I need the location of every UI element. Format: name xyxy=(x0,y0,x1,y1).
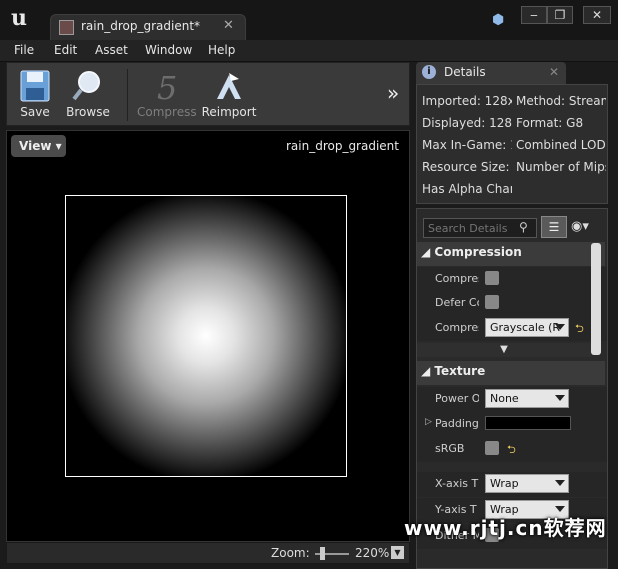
property-label: Compres xyxy=(435,321,479,334)
texture-info-box: Imported: 128x1 Method: Stream Displayed… xyxy=(416,84,608,204)
compression-settings-select[interactable]: Grayscale (R xyxy=(485,318,569,337)
menu-file[interactable]: File xyxy=(14,43,34,57)
category-compression[interactable]: ◢ Compression xyxy=(417,242,605,266)
dropdown-arrow-icon xyxy=(555,324,565,330)
document-tab-label: rain_drop_gradient* xyxy=(81,19,201,33)
category-texture[interactable]: ◢ Texture xyxy=(417,361,605,385)
property-row: X-axis T Wrap xyxy=(417,472,607,497)
toolbar: Save Browse 5 Compress Reimport » xyxy=(6,62,410,126)
zoom-bar: Zoom: 220% ▼ xyxy=(6,542,410,564)
reimport-button[interactable]: Reimport xyxy=(201,67,257,123)
unreal-logo-icon: u xyxy=(11,5,27,31)
dropdown-arrow-icon xyxy=(555,395,565,401)
property-label: Power O xyxy=(435,392,479,405)
dropdown-arrow-icon xyxy=(555,480,565,486)
property-row: Compres Grayscale (R ⮌ xyxy=(417,316,607,341)
minimize-button[interactable]: ‒ xyxy=(521,6,547,24)
property-label: sRGB xyxy=(435,442,465,455)
property-matrix-button[interactable]: ☰ xyxy=(541,216,567,238)
title-bar: u rain_drop_gradient* ✕ ⬢ ‒ ❐ ✕ xyxy=(0,0,618,40)
info-has-alpha: Has Alpha Char xyxy=(422,182,512,196)
collapse-arrow-icon: ◢ xyxy=(421,364,431,378)
view-menu-button[interactable]: View ▾ xyxy=(11,135,66,157)
info-max-ingame: Max In-Game: 1 xyxy=(422,138,512,152)
property-row: Compres xyxy=(417,267,607,292)
padding-color-swatch[interactable] xyxy=(485,416,571,430)
browse-label: Browse xyxy=(66,105,110,119)
srgb-checkbox[interactable] xyxy=(485,441,499,455)
property-checkbox[interactable] xyxy=(485,295,499,309)
details-scrollbar[interactable] xyxy=(591,243,601,355)
reset-to-default-icon[interactable]: ⮌ xyxy=(507,441,516,460)
menu-asset[interactable]: Asset xyxy=(95,43,128,57)
zoom-dropdown-icon[interactable]: ▼ xyxy=(391,546,404,559)
info-number-of-mips: Number of Mips xyxy=(516,160,606,174)
property-label: X-axis T xyxy=(435,477,479,490)
texture-preview xyxy=(65,195,347,477)
maximize-button[interactable]: ❐ xyxy=(547,6,573,24)
info-displayed: Displayed: 128x xyxy=(422,116,512,130)
save-button[interactable]: Save xyxy=(7,67,63,123)
property-row: Defer Co xyxy=(417,291,607,316)
details-tab-label: Details xyxy=(444,65,486,79)
property-label: Padding xyxy=(435,417,479,430)
info-combined-lod: Combined LOD I xyxy=(516,138,606,152)
property-row: ▷ Padding xyxy=(417,412,607,437)
info-resource-size: Resource Size: 2 xyxy=(422,160,512,174)
save-label: Save xyxy=(20,105,50,119)
property-checkbox[interactable] xyxy=(485,271,499,285)
details-close-icon[interactable]: ✕ xyxy=(549,65,559,79)
search-icon: ⚲ xyxy=(519,220,528,234)
blueprint-cube-icon[interactable]: ⬢ xyxy=(492,12,508,28)
menu-edit[interactable]: Edit xyxy=(54,43,77,57)
reimport-icon xyxy=(217,73,241,99)
compress-icon: 5 xyxy=(157,69,177,103)
zoom-slider-thumb[interactable] xyxy=(320,547,325,560)
property-row: sRGB ⮌ xyxy=(417,437,607,462)
reset-to-default-icon[interactable]: ⮌ xyxy=(575,320,584,339)
power-of-two-select[interactable]: None xyxy=(485,389,569,408)
watermark-text: www.rjtj.cn软荐网 xyxy=(404,516,607,540)
x-axis-tiling-select[interactable]: Wrap xyxy=(485,474,569,493)
menu-bar: File Edit Asset Window Help xyxy=(0,40,618,62)
toolbar-overflow-icon[interactable]: » xyxy=(387,81,399,105)
select-value: Grayscale (R xyxy=(490,321,561,334)
viewport-asset-name: rain_drop_gradient xyxy=(285,139,399,153)
floppy-icon xyxy=(20,70,50,102)
toolbar-separator xyxy=(127,69,128,121)
texture-asset-icon xyxy=(59,20,74,35)
svg-text:5: 5 xyxy=(157,69,177,103)
property-row: Power O None xyxy=(417,387,607,412)
close-window-button[interactable]: ✕ xyxy=(583,6,611,24)
expand-arrow-icon[interactable]: ▷ xyxy=(425,417,432,427)
info-format: Format: G8 xyxy=(516,116,584,130)
info-icon: i xyxy=(422,65,436,79)
compress-label: Compress xyxy=(137,105,197,119)
details-tab[interactable]: i Details ✕ xyxy=(416,62,566,84)
property-label: Defer Co xyxy=(435,296,479,309)
zoom-label: Zoom: xyxy=(271,546,310,560)
info-method: Method: Stream xyxy=(516,94,606,108)
select-value: Wrap xyxy=(490,477,519,490)
menu-help[interactable]: Help xyxy=(208,43,235,57)
tab-close-icon[interactable]: ✕ xyxy=(223,18,234,33)
category-compression-title: Compression xyxy=(434,245,522,259)
reimport-label: Reimport xyxy=(201,105,257,119)
zoom-value: 220% xyxy=(355,546,390,560)
info-imported: Imported: 128x1 xyxy=(422,94,512,108)
select-value: None xyxy=(490,392,519,405)
eye-visibility-icon[interactable]: ◉▾ xyxy=(571,219,589,234)
collapse-arrow-icon: ◢ xyxy=(421,245,431,259)
compress-button[interactable]: 5 Compress xyxy=(137,67,197,123)
category-texture-title: Texture xyxy=(434,364,486,378)
magnifier-icon xyxy=(72,71,100,101)
texture-viewport[interactable]: View ▾ rain_drop_gradient xyxy=(6,130,410,542)
advanced-expand-icon[interactable]: ▼ xyxy=(417,343,591,357)
browse-button[interactable]: Browse xyxy=(60,67,116,123)
menu-window[interactable]: Window xyxy=(145,43,192,57)
property-label: Compres xyxy=(435,272,479,285)
document-tab[interactable]: rain_drop_gradient* ✕ xyxy=(50,14,246,40)
